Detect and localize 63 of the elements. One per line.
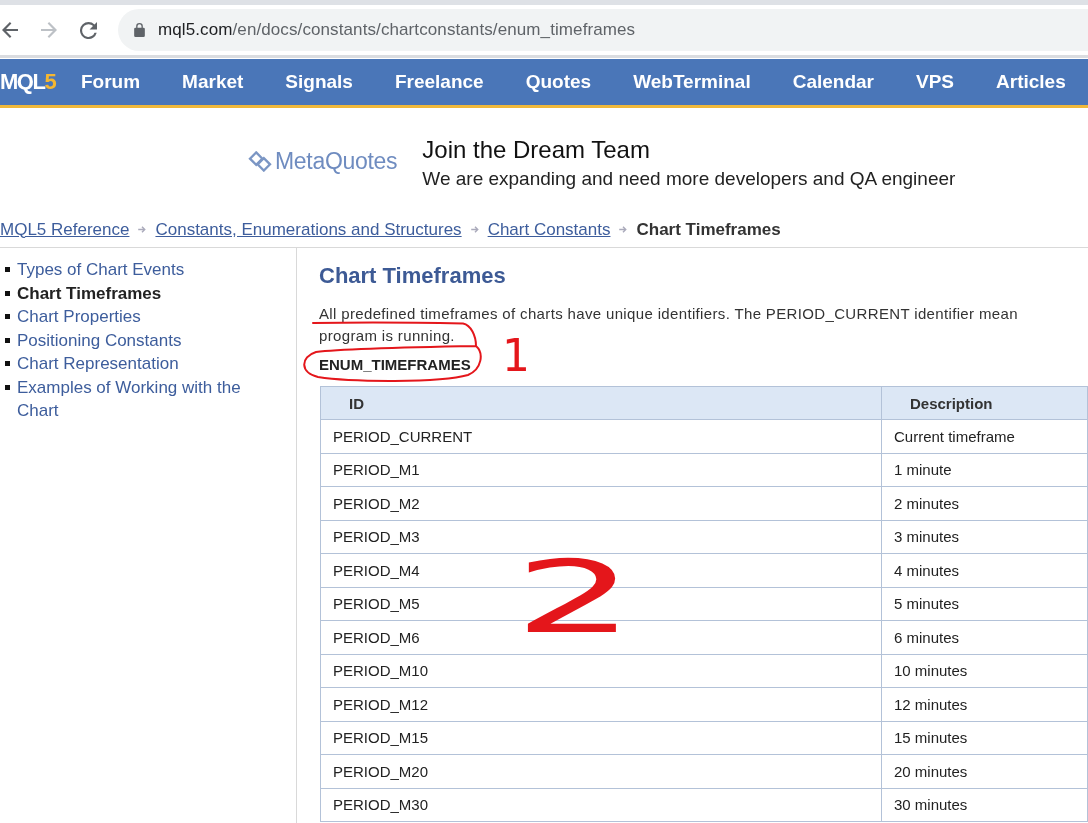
table-cell: 3 minutes	[881, 520, 1088, 554]
breadcrumb-link[interactable]: Chart Constants	[487, 219, 611, 240]
table-cell: PERIOD_M1	[320, 453, 882, 487]
table-cell: 2 minutes	[881, 486, 1088, 520]
breadcrumb-link[interactable]: MQL5 Reference	[0, 219, 130, 240]
address-bar[interactable]: mql5.com/en/docs/constants/chartconstants/enum_timeframes	[118, 9, 1088, 51]
table-cell: PERIOD_M2	[320, 486, 882, 520]
reload-icon	[79, 21, 97, 39]
table-cell: 4 minutes	[881, 553, 1088, 587]
bullet-icon	[5, 290, 10, 296]
bullet-icon	[5, 314, 10, 319]
page-heading: Chart Timeframes	[319, 262, 506, 290]
site-logo[interactable]: MQL5	[0, 69, 59, 95]
sidebar-item[interactable]: Chart Properties	[17, 305, 262, 329]
table-cell: 20 minutes	[881, 754, 1088, 788]
table-cell: 5 minutes	[881, 587, 1088, 621]
nav-link[interactable]: VPS	[895, 59, 975, 105]
nav-link[interactable]: Freelance	[373, 59, 505, 105]
left-arrow-icon	[2, 22, 18, 38]
lock-icon	[134, 23, 145, 37]
table-cell: 12 minutes	[881, 687, 1088, 721]
nav-link[interactable]: Calendar	[771, 59, 895, 105]
sidebar-item[interactable]: Types of Chart Events	[17, 258, 262, 282]
table-cell: PERIOD_CURRENT	[320, 419, 882, 453]
table-cell: PERIOD_M10	[320, 654, 882, 688]
table-cell: 6 minutes	[881, 620, 1088, 654]
bullet-icon	[5, 361, 10, 366]
table-cell: 15 minutes	[881, 721, 1088, 755]
sidebar-item[interactable]: Chart Representation	[17, 352, 262, 376]
nav-link[interactable]: Forum	[59, 59, 162, 105]
table-cell: Current timeframe	[881, 419, 1088, 453]
nav-link[interactable]: WebTerminal	[612, 59, 772, 105]
table-cell: 10 minutes	[881, 654, 1088, 688]
nav-link[interactable]: Market	[161, 59, 265, 105]
table-cell: 1 minute	[881, 453, 1088, 487]
company-logo-text[interactable]: MetaQuotes	[275, 148, 398, 175]
right-arrow-icon	[41, 22, 57, 38]
banner-title[interactable]: Join the Dream Team	[422, 135, 956, 164]
sidebar-item[interactable]: Examples of Working with the Chart	[17, 375, 262, 423]
nav-link[interactable]: Quotes	[504, 59, 613, 105]
nav-link[interactable]: Signals	[264, 59, 374, 105]
arrow-icon	[138, 226, 147, 233]
bullet-icon	[5, 337, 10, 343]
breadcrumb-current: Chart Timeframes	[636, 219, 781, 240]
arrow-icon	[619, 226, 628, 233]
interlinked-diamonds-icon	[248, 151, 272, 172]
column-header: Description	[881, 386, 1088, 420]
table-cell: PERIOD_M30	[320, 788, 882, 822]
table-cell: PERIOD_M12	[320, 687, 882, 721]
table-cell: PERIOD_M3	[320, 520, 882, 554]
banner-subtitle: We are expanding and need more developers and QA engineer	[422, 167, 956, 191]
nav-link[interactable]: Articles	[975, 59, 1087, 105]
column-header: ID	[320, 386, 882, 420]
table-cell: PERIOD_M15	[320, 721, 882, 755]
breadcrumb-link[interactable]: Constants, Enumerations and Structures	[155, 219, 462, 240]
enum-name: ENUM_TIMEFRAMES	[319, 355, 471, 375]
arrow-icon	[470, 226, 479, 233]
table-cell: 30 minutes	[881, 788, 1088, 822]
bullet-icon	[5, 384, 10, 390]
sidebar-item[interactable]: Chart Timeframes	[17, 281, 262, 305]
table-cell: PERIOD_M20	[320, 754, 882, 788]
sidebar-item[interactable]: Positioning Constants	[17, 328, 262, 352]
bullet-icon	[5, 267, 10, 272]
